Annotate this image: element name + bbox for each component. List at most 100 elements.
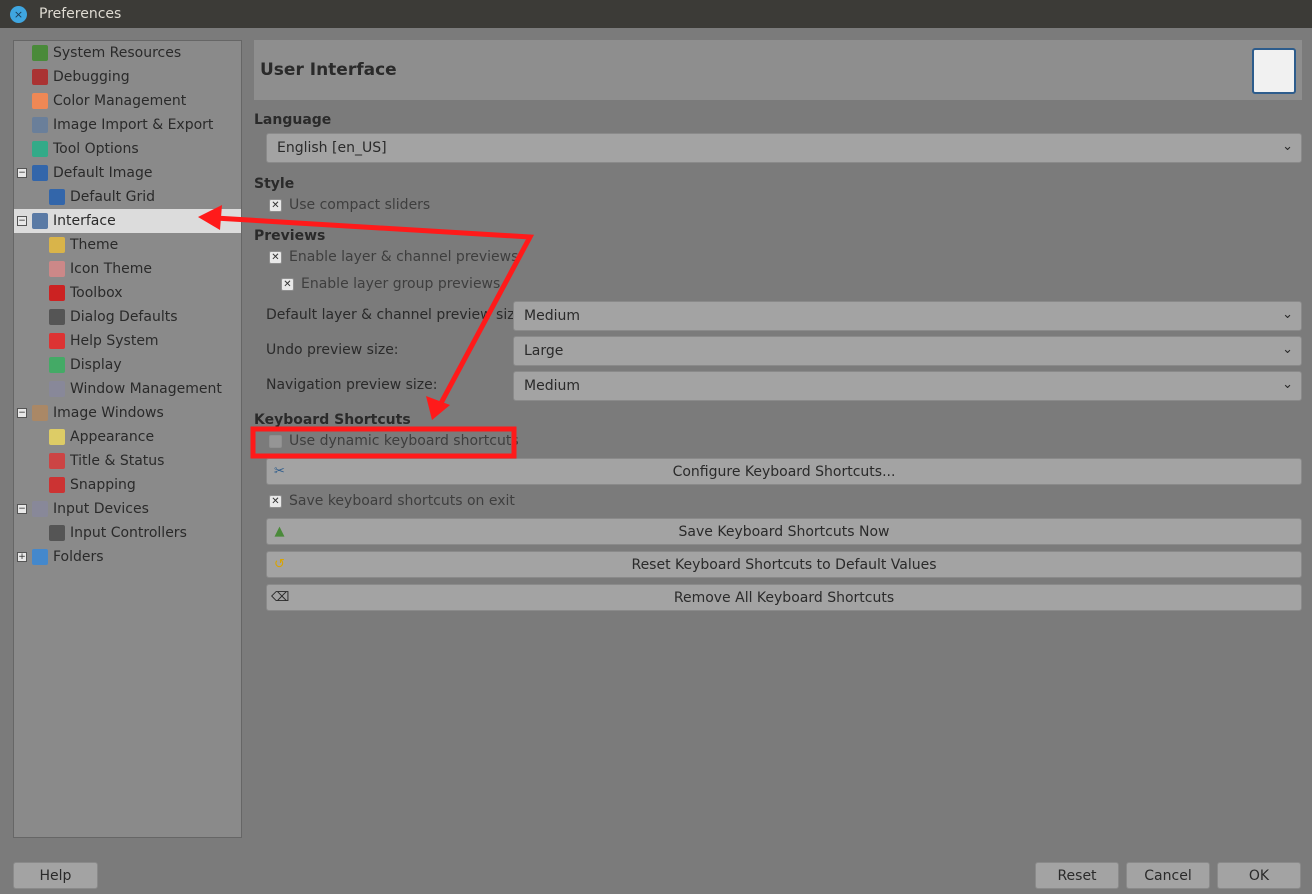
input-devices-icon (32, 501, 48, 517)
tools-icon: ✂ (274, 464, 285, 479)
tree-item[interactable]: − Image Windows (14, 401, 241, 425)
checkbox-checked-icon: ✕ (269, 250, 282, 264)
save-shortcuts-now-label: Save Keyboard Shortcuts Now (678, 523, 890, 540)
tree-item[interactable]: Dialog Defaults (14, 305, 241, 329)
reset-shortcuts-button[interactable]: ↺ Reset Keyboard Shortcuts to Default Val… (266, 551, 1302, 578)
cancel-button[interactable]: Cancel (1126, 862, 1210, 889)
tree-item-label: Folders (53, 549, 104, 565)
undo-preview-size-select[interactable]: Large ⌄ (513, 336, 1302, 366)
icon-theme-icon (49, 261, 65, 277)
tree-item[interactable]: Appearance (14, 425, 241, 449)
tree-item-label: Help System (70, 333, 159, 349)
tree-item-label: Debugging (53, 69, 130, 85)
tree-item[interactable]: − Default Image (14, 161, 241, 185)
default-image-icon (32, 165, 48, 181)
debugging-icon (32, 69, 48, 85)
dialog-defaults-icon (49, 309, 65, 325)
tree-item[interactable]: Window Management (14, 377, 241, 401)
tree-item-label: Theme (70, 237, 119, 253)
remove-shortcuts-label: Remove All Keyboard Shortcuts (673, 589, 895, 606)
compact-sliders-checkbox[interactable]: ✕ Use compact sliders (269, 197, 430, 213)
expand-icon[interactable]: + (17, 552, 27, 562)
layer-group-previews-checkbox[interactable]: ✕ Enable layer group previews (281, 276, 500, 292)
collapse-icon[interactable]: − (17, 216, 27, 226)
appearance-icon (49, 429, 65, 445)
default-preview-size-value: Medium (524, 308, 580, 324)
preferences-tree: System Resources Debugging Color Managemen… (13, 40, 242, 838)
tree-item-label: Image Windows (53, 405, 164, 421)
collapse-icon[interactable]: − (17, 504, 27, 514)
undo-preview-size-value: Large (524, 343, 564, 359)
tree-item[interactable]: Icon Theme (14, 257, 241, 281)
tree-item[interactable]: Color Management (14, 89, 241, 113)
save-on-exit-checkbox[interactable]: ✕ Save keyboard shortcuts on exit (269, 493, 515, 509)
chevron-down-icon: ⌄ (1282, 342, 1293, 357)
previews-heading: Previews (254, 228, 326, 244)
save-shortcuts-now-button[interactable]: ▲ Save Keyboard Shortcuts Now (266, 518, 1302, 545)
tree-item[interactable]: Theme (14, 233, 241, 257)
tree-item-label: Icon Theme (70, 261, 153, 277)
language-select[interactable]: English [en_US] ⌄ (266, 133, 1302, 163)
configure-shortcuts-button[interactable]: ✂ Configure Keyboard Shortcuts... (266, 458, 1302, 485)
default-preview-size-select[interactable]: Medium ⌄ (513, 301, 1302, 331)
tree-item[interactable]: Title & Status (14, 449, 241, 473)
tree-item-label: Default Grid (70, 189, 155, 205)
interface-icon (32, 213, 48, 229)
layer-channel-previews-label: Enable layer & channel previews (289, 249, 519, 265)
tree-item[interactable]: Input Controllers (14, 521, 241, 545)
tree-item[interactable]: System Resources (14, 41, 241, 65)
dynamic-shortcuts-label: Use dynamic keyboard shortcuts (289, 433, 519, 449)
layer-group-previews-label: Enable layer group previews (301, 276, 501, 292)
image-import-export-icon (32, 117, 48, 133)
checkbox-unchecked-icon (269, 434, 282, 448)
chevron-down-icon: ⌄ (1282, 139, 1293, 154)
tree-item-label: System Resources (53, 45, 182, 61)
compact-sliders-label: Use compact sliders (289, 197, 431, 213)
title-bar: × Preferences (0, 0, 1312, 28)
keyboard-shortcuts-heading: Keyboard Shortcuts (254, 412, 411, 428)
window-title: Preferences (39, 6, 122, 22)
tree-item[interactable]: Image Import & Export (14, 113, 241, 137)
tree-item[interactable]: Display (14, 353, 241, 377)
checkbox-checked-icon: ✕ (281, 277, 294, 291)
tree-item-label: Title & Status (70, 453, 165, 469)
collapse-icon[interactable]: − (17, 408, 27, 418)
tree-item-label: Input Devices (53, 501, 149, 517)
tree-item[interactable]: − Input Devices (14, 497, 241, 521)
save-on-exit-label: Save keyboard shortcuts on exit (289, 493, 515, 509)
tree-item-label: Input Controllers (70, 525, 187, 541)
tree-item[interactable]: Debugging (14, 65, 241, 89)
nav-preview-size-select[interactable]: Medium ⌄ (513, 371, 1302, 401)
page-header: User Interface (254, 40, 1302, 100)
style-heading: Style (254, 176, 295, 192)
theme-icon (49, 237, 65, 253)
language-value: English [en_US] (277, 140, 387, 156)
save-icon: ▲ (274, 524, 285, 539)
help-button[interactable]: Help (13, 862, 98, 889)
interface-icon (1252, 48, 1296, 94)
remove-shortcuts-button[interactable]: ⌫ Remove All Keyboard Shortcuts (266, 584, 1302, 611)
tree-item[interactable]: Tool Options (14, 137, 241, 161)
tree-item-label: Color Management (53, 93, 187, 109)
chevron-down-icon: ⌄ (1282, 307, 1293, 322)
chevron-down-icon: ⌄ (1282, 377, 1293, 392)
close-icon[interactable]: × (10, 5, 27, 23)
tree-item[interactable]: Help System (14, 329, 241, 353)
language-heading: Language (254, 112, 332, 128)
color-management-icon (32, 93, 48, 109)
tree-item-label: Dialog Defaults (70, 309, 178, 325)
tree-item[interactable]: Snapping (14, 473, 241, 497)
collapse-icon[interactable]: − (17, 168, 27, 178)
default-preview-size-label: Default layer & channel preview size: (266, 307, 528, 323)
tree-item[interactable]: Default Grid (14, 185, 241, 209)
tree-item[interactable]: Toolbox (14, 281, 241, 305)
tree-item-label: Snapping (70, 477, 136, 493)
tree-item[interactable]: + Folders (14, 545, 241, 569)
image-windows-icon (32, 405, 48, 421)
layer-channel-previews-checkbox[interactable]: ✕ Enable layer & channel previews (269, 249, 518, 265)
input-controllers-icon (49, 525, 65, 541)
ok-button[interactable]: OK (1217, 862, 1301, 889)
reset-button[interactable]: Reset (1035, 862, 1119, 889)
dynamic-shortcuts-checkbox[interactable]: Use dynamic keyboard shortcuts (269, 433, 519, 449)
tree-item[interactable]: − Interface (14, 209, 241, 233)
